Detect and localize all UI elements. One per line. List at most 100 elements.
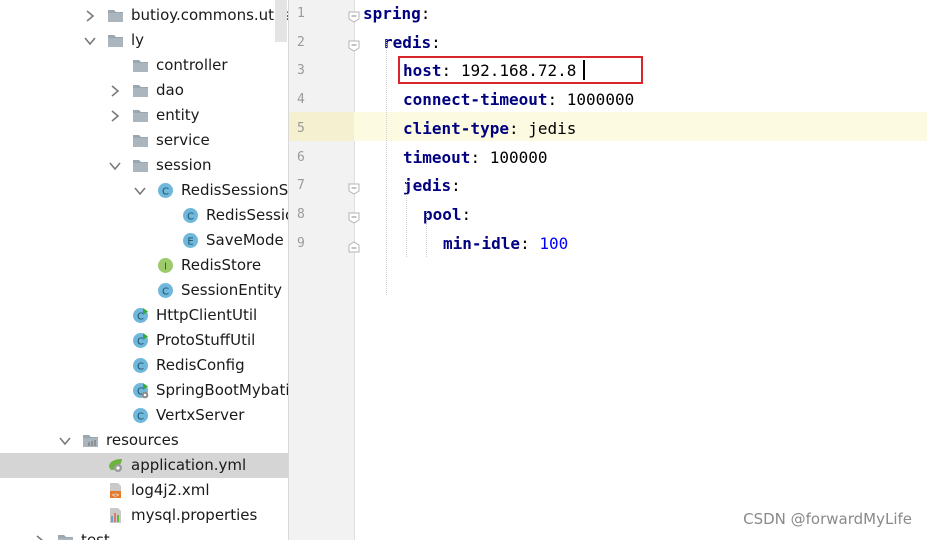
current-line-highlight	[289, 112, 927, 142]
yaml-line-timeout[interactable]: timeout: 100000	[403, 148, 548, 168]
line-number: 1	[297, 6, 305, 21]
svg-text:C: C	[137, 336, 144, 347]
tree-item-redissessio[interactable]: C RedisSessio	[0, 203, 288, 228]
runnable-class-icon: C	[132, 332, 149, 349]
tree-item-label: application.yml	[131, 456, 247, 474]
yaml-value: jedis	[528, 118, 577, 138]
chevron-down-icon[interactable]	[58, 433, 72, 447]
yaml-colon: :	[547, 90, 558, 110]
tree-item-mysql-properties[interactable]: mysql.properties	[0, 503, 288, 528]
folder-icon	[132, 57, 149, 74]
resources-folder-icon	[82, 432, 99, 449]
tree-item-test[interactable]: test	[0, 528, 288, 540]
svg-text:C: C	[162, 286, 169, 297]
chevron-right-icon[interactable]	[33, 533, 47, 540]
tree-item-sessionentity[interactable]: C SessionEntity	[0, 278, 288, 303]
folder-icon	[132, 82, 149, 99]
tree-item-redissessionst[interactable]: C RedisSessionSt	[0, 178, 288, 203]
tree-item-dao[interactable]: dao	[0, 78, 288, 103]
tree-item-log4j2-xml[interactable]: <> log4j2.xml	[0, 478, 288, 503]
java-class-icon: C	[132, 357, 149, 374]
spring-yaml-file-icon	[107, 457, 124, 474]
tree-item-session[interactable]: session	[0, 153, 288, 178]
tree-item-savemode[interactable]: E SaveMode	[0, 228, 288, 253]
yaml-key: jedis	[403, 176, 452, 196]
yaml-line-min-idle[interactable]: min-idle: 100	[443, 234, 568, 254]
tree-item-redisconfig[interactable]: C RedisConfig	[0, 353, 288, 378]
fold-collapse-icon[interactable]	[348, 180, 360, 195]
tree-item-controller[interactable]: controller	[0, 53, 288, 78]
line-number: 9	[297, 235, 305, 251]
tree-item-entity[interactable]: entity	[0, 103, 288, 128]
tree-item-redisstore[interactable]: I RedisStore	[0, 253, 288, 278]
tree-item-label: dao	[156, 81, 184, 99]
tree-item-butioy-commons-utils[interactable]: butioy.commons.utils	[0, 3, 288, 28]
yaml-line-pool[interactable]: pool:	[423, 205, 471, 225]
java-class-icon: C	[132, 407, 149, 424]
tree-item-label: HttpClientUtil	[156, 306, 258, 324]
tree-item-label: test	[81, 531, 110, 540]
folder-icon	[132, 132, 149, 149]
svg-text:C: C	[137, 311, 144, 322]
spring-boot-class-icon: C	[132, 382, 149, 399]
yaml-colon: :	[520, 233, 530, 253]
folder-icon	[132, 157, 149, 174]
folder-icon	[107, 7, 124, 24]
svg-text:<>: <>	[112, 492, 120, 499]
yaml-line-client-type[interactable]: client-type: jedis	[403, 119, 576, 139]
tree-item-application-yml[interactable]: application.yml	[0, 453, 288, 478]
tree-item-vertxserver[interactable]: C VertxServer	[0, 403, 288, 428]
chevron-right-icon[interactable]	[83, 8, 97, 22]
tree-item-ly[interactable]: ly	[0, 28, 288, 53]
tree-item-service[interactable]: service	[0, 128, 288, 153]
project-tree[interactable]: butioy.commons.utils ly controller dao entit…	[0, 0, 288, 540]
tree-scrollbar-thumb[interactable]	[275, 0, 287, 42]
tree-item-springbootmybati[interactable]: C SpringBootMybati	[0, 378, 288, 403]
line-number: 5	[297, 120, 305, 136]
svg-text:C: C	[187, 211, 194, 222]
tree-item-httpclientutil[interactable]: C HttpClientUtil	[0, 303, 288, 328]
yaml-space	[530, 234, 540, 253]
fold-collapse-icon[interactable]	[348, 37, 360, 52]
yaml-line-connect-timeout[interactable]: connect-timeout: 1000000	[403, 90, 634, 110]
tree-item-label: butioy.commons.utils	[131, 6, 288, 24]
yaml-colon: :	[508, 118, 519, 138]
tree-item-protostuffutil[interactable]: C ProtoStuffUtil	[0, 328, 288, 353]
tree-item-resources[interactable]: resources	[0, 428, 288, 453]
yaml-key: redis	[383, 32, 432, 52]
yaml-line-spring[interactable]: spring:	[363, 4, 430, 24]
yaml-line-jedis[interactable]: jedis:	[403, 176, 461, 196]
yaml-key: spring	[363, 4, 421, 23]
yaml-key: pool	[423, 204, 462, 224]
folder-icon	[132, 107, 149, 124]
fold-collapse-icon[interactable]	[348, 8, 360, 23]
tree-item-label: RedisSessionSt	[181, 181, 288, 199]
tree-item-label: entity	[156, 106, 200, 124]
interface-icon: I	[157, 257, 174, 274]
tree-item-label: ly	[131, 31, 145, 49]
project-tree-rows: butioy.commons.utils ly controller dao entit…	[0, 3, 288, 540]
yaml-colon: :	[431, 32, 441, 52]
yaml-colon: :	[470, 147, 481, 167]
svg-text:E: E	[187, 236, 193, 247]
yaml-colon: :	[451, 176, 461, 196]
svg-text:C: C	[162, 186, 169, 197]
yaml-line-redis[interactable]: redis:	[383, 33, 441, 53]
chevron-right-icon[interactable]	[108, 83, 122, 97]
chevron-down-icon[interactable]	[108, 158, 122, 172]
tree-item-label: SaveMode	[206, 231, 284, 249]
fold-collapse-icon[interactable]	[348, 209, 360, 224]
yaml-space	[519, 119, 529, 138]
yaml-colon: :	[420, 4, 431, 23]
chevron-down-icon[interactable]	[133, 183, 147, 197]
line-number: 2	[297, 34, 305, 50]
fold-end-icon[interactable]	[348, 238, 360, 253]
tree-item-label: controller	[156, 56, 228, 74]
tree-item-label: ProtoStuffUtil	[156, 331, 256, 349]
watermark: CSDN @forwardMyLife	[743, 510, 912, 528]
java-class-icon: C	[157, 282, 174, 299]
xml-file-icon: <>	[107, 482, 124, 499]
chevron-down-icon[interactable]	[83, 33, 97, 47]
chevron-right-icon[interactable]	[108, 108, 122, 122]
tree-item-label: SessionEntity	[181, 281, 283, 299]
